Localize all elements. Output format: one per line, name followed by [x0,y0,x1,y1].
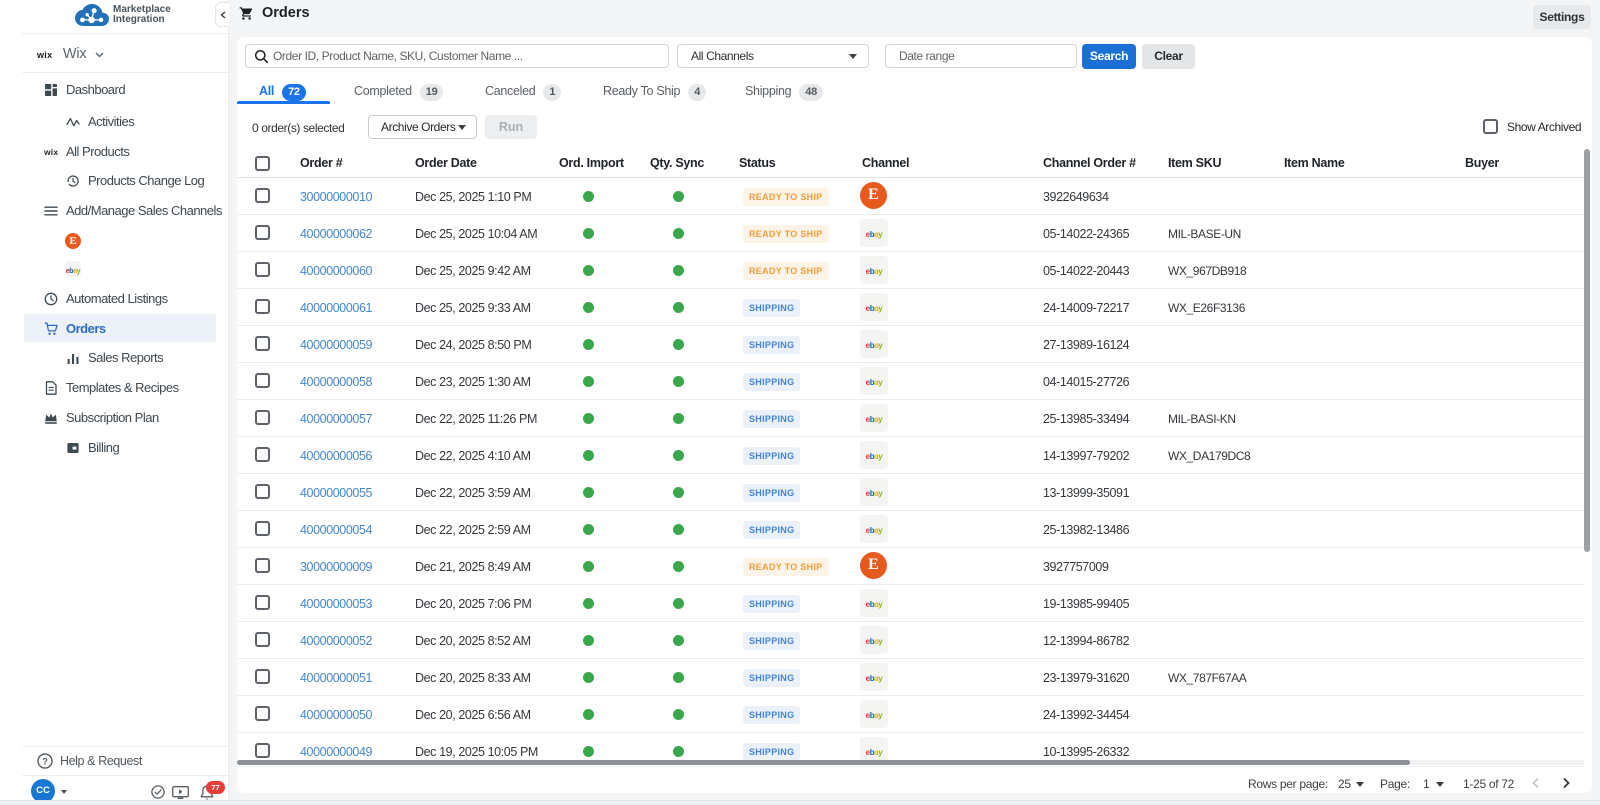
svg-text:?: ? [42,756,48,767]
